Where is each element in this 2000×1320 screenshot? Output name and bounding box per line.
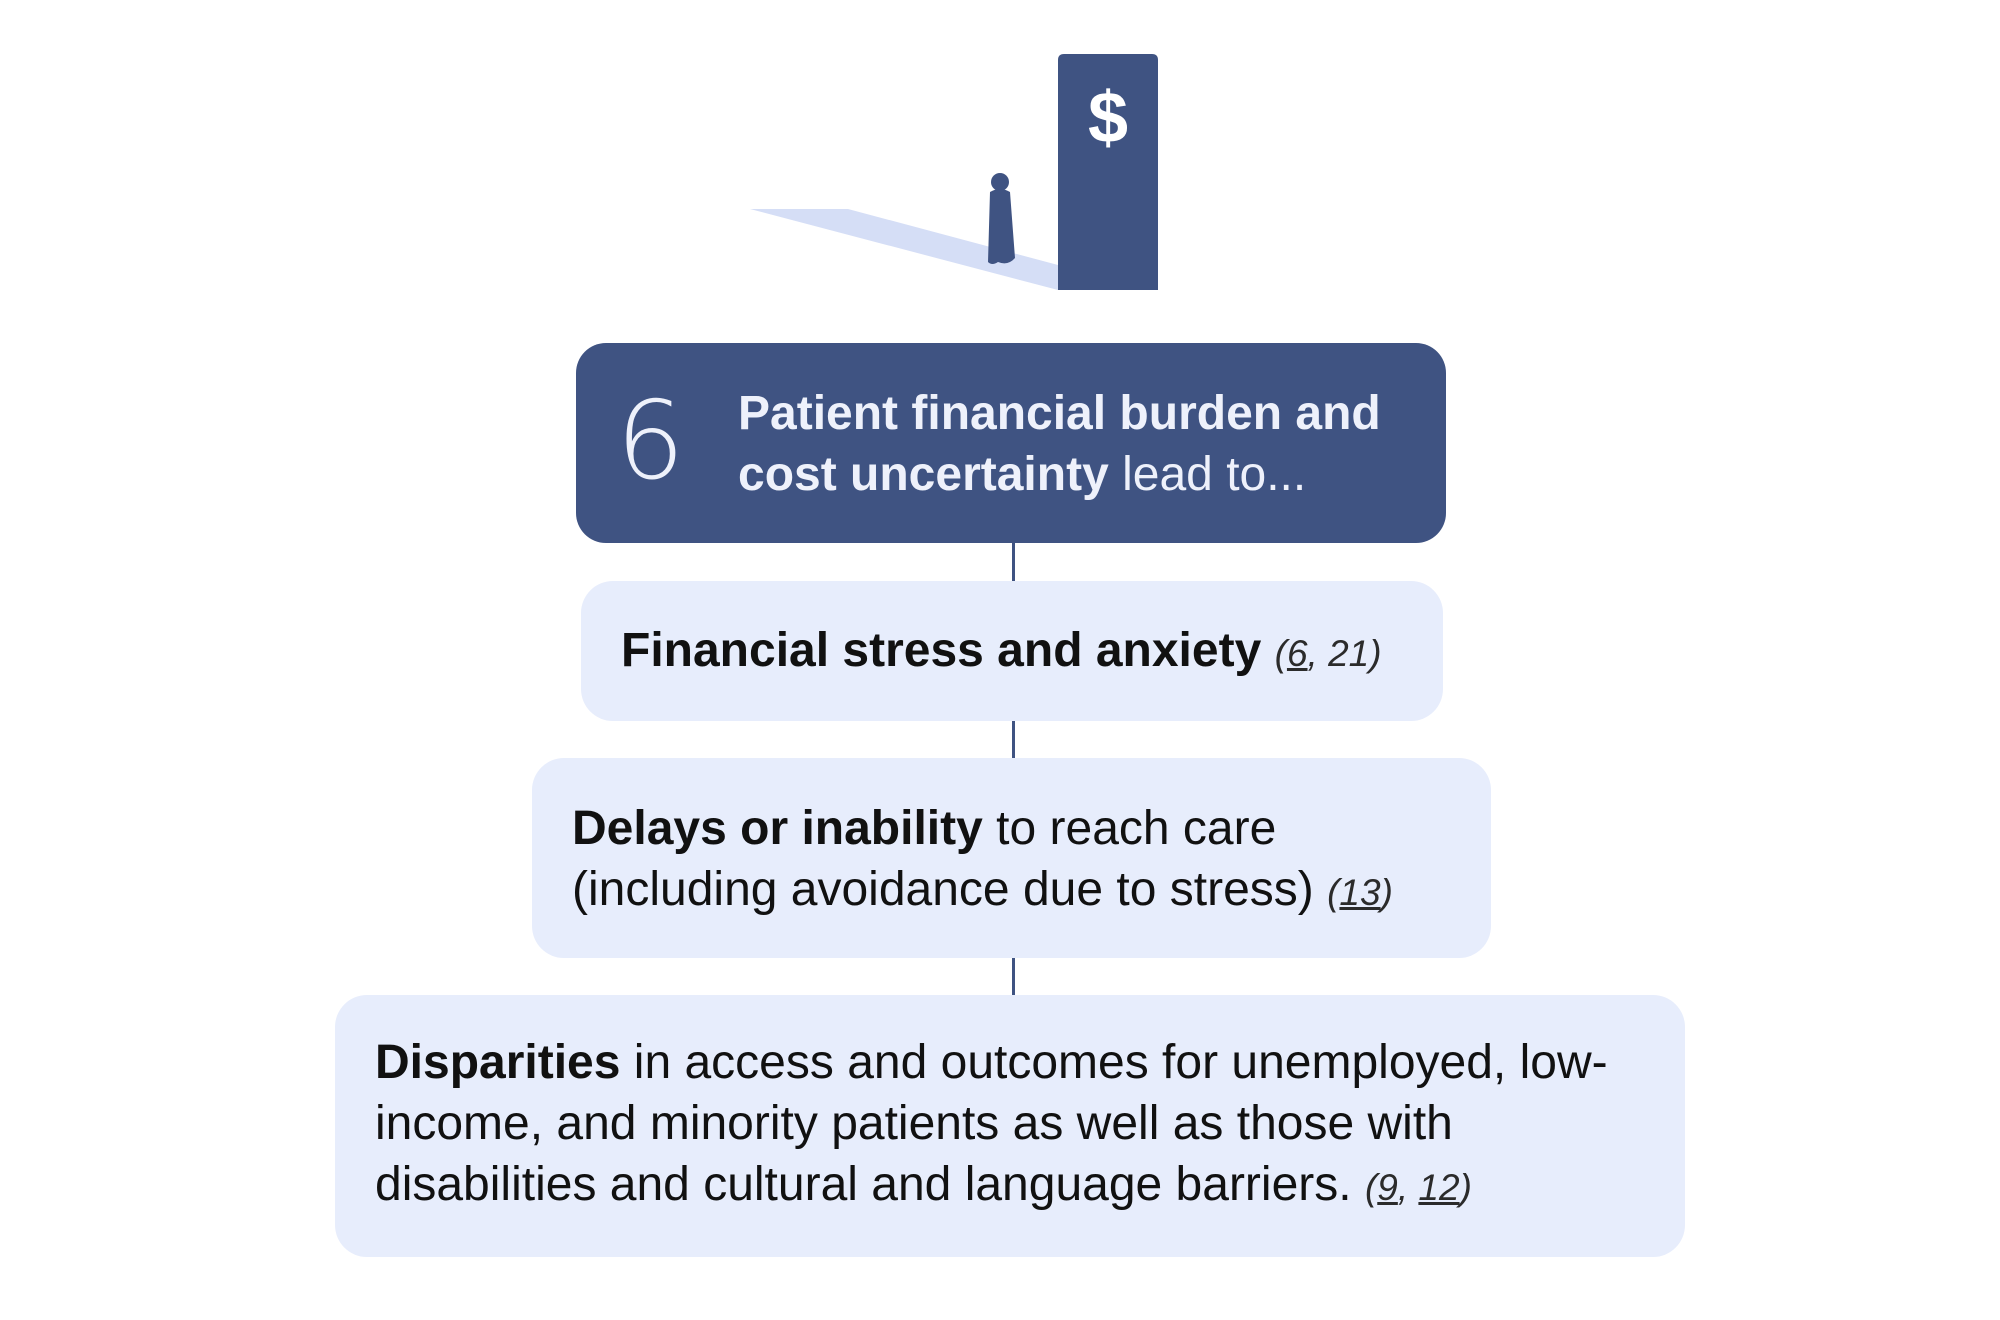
connector-line <box>1012 543 1015 581</box>
effect-box-disparities: Disparities in access and outcomes for u… <box>335 995 1685 1257</box>
person-silhouette-icon <box>988 173 1015 264</box>
connector-line <box>1012 721 1015 758</box>
open-door-illustration: $ <box>750 54 1158 290</box>
citation-close: ) <box>1369 633 1382 674</box>
effect-bold-text: Delays or inability <box>572 802 983 855</box>
header-normal-text: lead to... <box>1108 448 1307 501</box>
effect-bold-text: Disparities <box>375 1036 621 1089</box>
citation-link[interactable]: 6 <box>1287 633 1308 674</box>
step-number: 6 <box>616 379 685 504</box>
effect-text: Delays or inability to reach care (inclu… <box>572 798 1472 923</box>
citation: (13) <box>1327 872 1393 913</box>
citation-link[interactable]: 9 <box>1377 1167 1398 1208</box>
effect-box-delays: Delays or inability to reach care (inclu… <box>532 758 1491 958</box>
citation-close: ) <box>1459 1167 1472 1208</box>
effect-text: Disparities in access and outcomes for u… <box>375 1032 1665 1218</box>
citation-open: ( <box>1364 1167 1378 1208</box>
citation: (6, 21) <box>1274 633 1382 674</box>
effect-bold-text: Financial stress and anxiety <box>621 624 1262 677</box>
citation-link[interactable]: 12 <box>1418 1167 1459 1208</box>
citation-open: ( <box>1327 872 1340 913</box>
citation-close: ) <box>1380 872 1393 913</box>
citation: (9, 12) <box>1364 1167 1472 1208</box>
dollar-sign-icon: $ <box>1088 78 1128 158</box>
citation-ref: 21 <box>1328 633 1370 674</box>
open-door-icon: $ <box>1058 54 1158 290</box>
connector-line <box>1012 958 1015 995</box>
citation-open: ( <box>1274 633 1287 674</box>
header-box: 6 Patient financial burden and cost unce… <box>576 343 1446 543</box>
effect-box-financial-stress: Financial stress and anxiety (6, 21) <box>581 581 1443 721</box>
effect-text: Financial stress and anxiety (6, 21) <box>621 620 1382 684</box>
header-text: Patient financial burden and cost uncert… <box>738 383 1428 505</box>
citation-link[interactable]: 13 <box>1339 872 1380 913</box>
